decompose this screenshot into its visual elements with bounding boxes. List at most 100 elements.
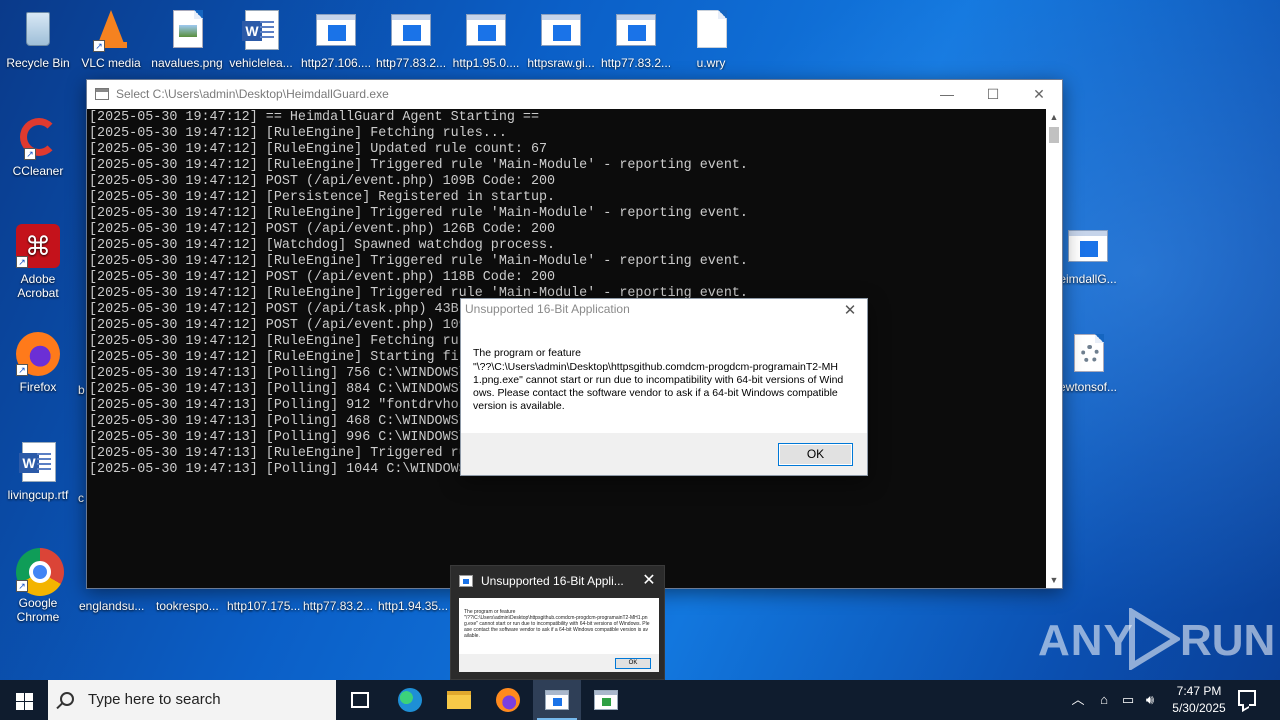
console-line: [2025-05-30 19:47:12] POST (/api/event.p… [89,222,556,237]
preview-title-text: Unsupported 16-Bit Appli... [481,574,624,588]
desktop-icon-vlc[interactable]: ↗ VLC media [73,8,149,70]
task-view-button[interactable] [336,680,384,720]
word-doc-icon: W [239,8,283,52]
windows-logo-icon [16,693,24,701]
desktop-icon-http27[interactable]: http27.106.... [298,8,374,70]
image-file-icon [165,8,209,52]
start-button[interactable] [0,680,48,720]
unsupported-app-dialog[interactable]: Unsupported 16-Bit Application ✕ The pro… [460,298,868,476]
chrome-icon: ↗ [16,548,64,596]
scroll-up-arrow-icon[interactable]: ▲ [1046,109,1062,125]
desktop-icon-chrome[interactable]: ↗ Google Chrome [0,548,76,624]
desktop-icon-label[interactable]: http77.83.2... [303,599,373,613]
ok-button[interactable]: OK [778,443,853,466]
clock-date: 5/30/2025 [1172,701,1226,715]
console-line: [2025-05-30 19:47:12] [RuleEngine] Trigg… [89,254,748,269]
dialog-message-intro: The program or feature [473,347,581,359]
desktop-icon-ccleaner[interactable]: ↗ CCleaner [0,116,76,178]
desktop-icon-livingcup[interactable]: W livingcup.rtf [0,440,76,502]
watermark-any: ANY [1038,616,1134,665]
minimize-button[interactable]: — [924,80,970,109]
watermark-run: RUN [1180,616,1276,665]
desktop-icon-uwry[interactable]: u.wry [673,8,749,70]
desktop-icon-http77-a[interactable]: http77.83.2... [373,8,449,70]
search-placeholder: Type here to search [88,691,221,708]
desktop-icon-http77-b[interactable]: http77.83.2... [598,8,674,70]
taskbar-edge[interactable] [386,680,434,720]
anyrun-watermark: ANY RUN [1038,606,1275,670]
maximize-button[interactable]: ☐ [970,80,1016,109]
app-window-icon [464,8,508,52]
dialog-title: Unsupported 16-Bit Application [465,302,630,316]
desktop-icon-label: Firefox [19,380,57,394]
console-app-icon [95,88,109,100]
desktop-icon-acrobat[interactable]: ⌘ ↗ Adobe Acrobat [0,224,76,300]
desktop-icon-label: http77.83.2... [600,56,672,70]
recycle-bin-icon [16,8,60,52]
edge-icon [398,688,422,712]
desktop-icon-label: httpsraw.gi... [527,56,595,70]
console-titlebar[interactable]: Select C:\Users\admin\Desktop\HeimdallGu… [87,80,1062,109]
desktop-icon-label: navalues.png [151,56,223,70]
ccleaner-icon: ↗ [16,116,60,160]
folder-icon [447,691,471,709]
desktop-icon-label[interactable]: http107.175... [227,599,300,613]
partial-icon-label: c [78,491,84,505]
app-window-icon [545,690,569,710]
desktop-icon-label[interactable]: englandsu... [79,599,144,613]
tray-chevron-icon[interactable]: ︿ [1068,680,1088,720]
firefox-icon: ↗ [16,332,60,376]
vlc-icon: ↗ [89,8,133,52]
preview-thumbnail-message: The program or feature "\??\C:\Users\adm… [464,609,650,639]
desktop-icon-navalues[interactable]: navalues.png [149,8,225,70]
console-line: [2025-05-30 19:47:12] [RuleEngine] Trigg… [89,206,748,221]
desktop-icon-http1-95[interactable]: http1.95.0.... [448,8,524,70]
volume-icon[interactable]: 🔊︎ [1140,680,1160,720]
preview-close-button[interactable]: ✕ [640,572,658,590]
console-line: [2025-05-30 19:47:12] POST (/api/event.p… [89,270,556,285]
app-window-icon [614,8,658,52]
app-window-icon [594,690,618,710]
desktop-icon-label[interactable]: tookrespo... [156,599,219,613]
taskbar-clock[interactable]: 7:47 PM 5/30/2025 [1160,683,1238,717]
taskbar-file-explorer[interactable] [435,680,483,720]
preview-message-body: "\??\C:\Users\admin\Desktop\httpsgithub.… [464,615,650,639]
windows-logo-icon [25,702,33,710]
firefox-icon [496,688,520,712]
taskbar-heimdallguard[interactable] [582,680,630,720]
desktop-icon-recycle-bin[interactable]: Recycle Bin [0,8,76,70]
desktop-icon-firefox[interactable]: ↗ Firefox [0,332,76,394]
partial-icon-label: b [78,383,85,397]
taskbar-search-box[interactable]: Type here to search [48,680,336,720]
console-line: [2025-05-30 19:47:12] == HeimdallGuard A… [89,110,539,125]
console-line: [2025-05-30 19:47:12] POST (/api/event.p… [89,174,556,189]
dialog-message-body: "\??\C:\Users\admin\Desktop\httpsgithub.… [473,361,844,412]
task-view-icon [351,692,369,708]
taskbar-unsupported-app[interactable] [533,680,581,720]
acrobat-icon: ⌘ ↗ [16,224,60,268]
windows-logo-icon [25,693,33,701]
preview-thumbnail[interactable]: The program or feature "\??\C:\Users\adm… [459,598,659,672]
desktop-icon-label: u.wry [696,56,726,70]
scroll-thumb[interactable] [1049,127,1059,143]
taskbar-preview[interactable]: Unsupported 16-Bit Appli... ✕ The progra… [450,565,665,680]
network-icon[interactable]: ⌂ [1094,680,1114,720]
desktop-icon-label: http1.95.0.... [452,56,520,70]
display-icon[interactable]: ▭ [1118,680,1138,720]
console-scrollbar[interactable]: ▲ ▼ [1046,109,1062,588]
clock-time: 7:47 PM [1176,684,1222,698]
scroll-down-arrow-icon[interactable]: ▼ [1046,572,1062,588]
desktop-icon-label: Adobe Acrobat [17,272,59,300]
desktop-icon-label[interactable]: http1.94.35... [378,599,448,613]
taskbar-firefox[interactable] [484,680,532,720]
console-line: [2025-05-30 19:47:12] [Persistence] Regi… [89,190,556,205]
desktop-icon-httpsraw[interactable]: httpsraw.gi... [523,8,599,70]
desktop-icon-label: livingcup.rtf [7,488,69,502]
dialog-close-button[interactable]: ✕ [839,301,861,321]
console-line: [2025-05-30 19:47:12] [RuleEngine] Trigg… [89,158,748,173]
desktop-icon-vehiclelea[interactable]: W vehiclelea... [223,8,299,70]
notification-icon[interactable] [1238,690,1256,706]
desktop-icon-label: vehiclelea... [229,56,293,70]
close-button[interactable]: ✕ [1016,80,1062,109]
desktop-icon-label: Recycle Bin [6,56,70,70]
